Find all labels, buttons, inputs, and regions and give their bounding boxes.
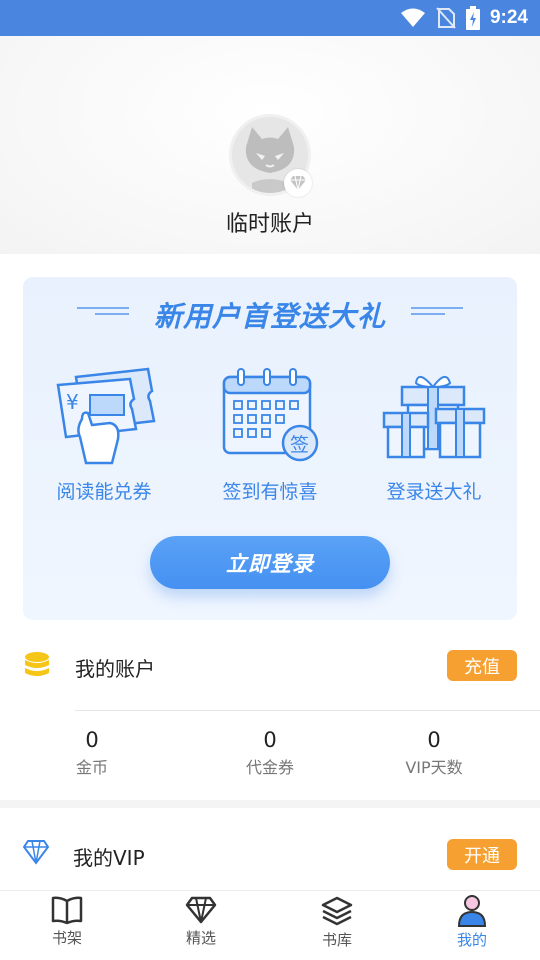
profile-header: 临时账户 — [0, 36, 540, 254]
diamond-icon — [290, 175, 306, 191]
feature-label: 阅读能兑券 — [56, 481, 152, 503]
feature-ticket: ¥ 阅读能兑券 — [34, 367, 174, 504]
my-account-title: 我的账户 — [75, 657, 155, 681]
stat-vouchers[interactable]: 0 代金券 — [200, 728, 340, 778]
tab-library[interactable]: 书库 — [297, 895, 377, 957]
login-button[interactable]: 立即登录 — [150, 536, 390, 589]
stat-label: 金币 — [75, 758, 108, 777]
status-bar: 9:24 — [0, 0, 540, 36]
my-vip-row[interactable]: 我的VIP 开通 — [0, 827, 540, 883]
feature-checkin: 签 签到有惊喜 — [200, 367, 340, 504]
my-vip-title: 我的VIP — [73, 846, 145, 870]
diamond-icon — [22, 840, 50, 865]
stat-value: 0 — [427, 728, 441, 752]
vip-badge — [284, 169, 312, 197]
book-icon — [51, 896, 83, 925]
tab-label: 我的 — [456, 931, 487, 949]
bottom-tab-bar: 书架 精选 书库 我的 — [0, 890, 540, 960]
calendar-badge-text: 签 — [290, 434, 309, 456]
diamond-icon — [185, 896, 217, 924]
wifi-icon — [400, 8, 425, 27]
gift-icon — [382, 376, 486, 459]
status-time: 9:24 — [489, 7, 528, 28]
stat-value: 0 — [85, 728, 99, 752]
tab-mine[interactable]: 我的 — [432, 895, 512, 957]
recharge-button[interactable]: 充值 — [447, 650, 517, 681]
title-decoration-right — [411, 307, 463, 317]
feature-label: 签到有惊喜 — [222, 481, 318, 503]
tab-label: 书架 — [51, 929, 82, 947]
new-user-promo-card: 新用户首登送大礼 ¥ 阅读能兑券 签 签到有惊喜 登录送大礼 立即登录 — [23, 277, 517, 620]
stat-value: 0 — [263, 728, 277, 752]
stat-coins[interactable]: 0 金币 — [22, 728, 162, 778]
stat-vip-days[interactable]: 0 VIP天数 — [364, 728, 504, 778]
ticket-icon: ¥ — [56, 367, 156, 465]
feature-gift: 登录送大礼 — [364, 367, 504, 504]
feature-label: 登录送大礼 — [386, 481, 482, 503]
svg-text:¥: ¥ — [66, 390, 79, 414]
my-account-row[interactable]: 我的账户 充值 — [0, 638, 540, 694]
no-sim-icon — [436, 7, 456, 29]
stat-label: VIP天数 — [405, 758, 463, 777]
open-vip-button[interactable]: 开通 — [447, 839, 517, 870]
coins-icon — [25, 652, 49, 676]
account-stats: 0 金币 0 代金券 0 VIP天数 — [0, 728, 540, 788]
calendar-icon: 签 — [222, 368, 319, 462]
layers-icon — [321, 896, 353, 926]
username[interactable]: 临时账户 — [0, 206, 540, 238]
tab-label: 精选 — [185, 929, 216, 947]
tab-bookshelf[interactable]: 书架 — [27, 895, 107, 957]
tab-featured[interactable]: 精选 — [161, 895, 241, 957]
battery-charging-icon — [465, 6, 480, 30]
section-gap — [0, 800, 540, 808]
divider — [75, 710, 540, 711]
person-icon — [457, 895, 487, 927]
tab-label: 书库 — [321, 931, 352, 949]
stat-label: 代金券 — [245, 758, 294, 777]
